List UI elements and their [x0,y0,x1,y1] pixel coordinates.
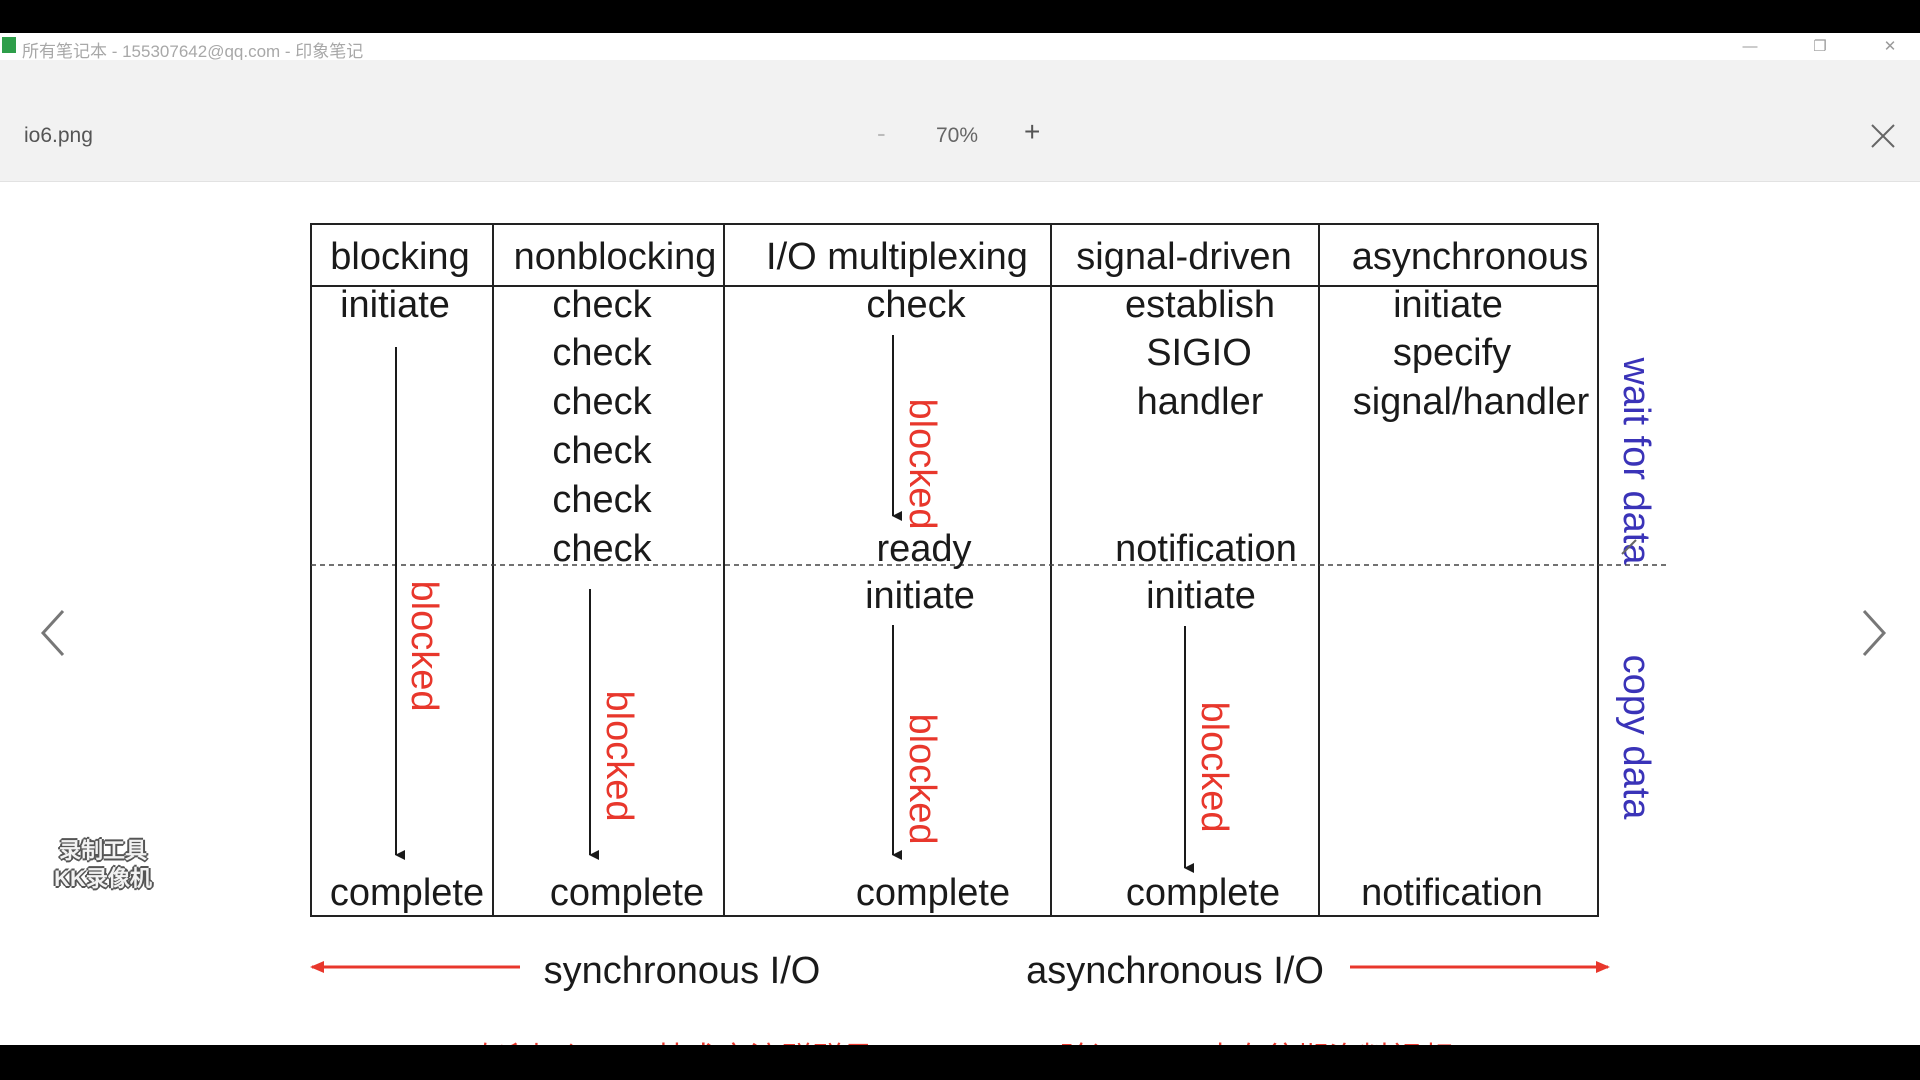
nonblocking-check: check [552,284,652,326]
signal-handler: handler [1137,381,1264,423]
signal-complete: complete [1126,872,1280,914]
async-specify: specify [1393,332,1511,374]
async-notification: notification [1361,872,1543,914]
nonblocking-complete: complete [550,872,704,914]
blocking-complete: complete [330,872,484,914]
asynchronous-io-label: asynchronous I/O [1026,950,1324,992]
header-io-multiplexing: I/O multiplexing [766,236,1028,278]
watermark-line: KK录像机 [54,866,152,891]
blocked-label: blocked [1193,702,1235,833]
nonblocking-check: check [552,332,652,374]
blocked-label: blocked [901,714,943,845]
wait-for-data-label: wait for data [1615,357,1657,566]
nonblocking-check: check [552,528,652,570]
multiplexing-complete: complete [856,872,1010,914]
blocking-initiate: initiate [340,284,450,326]
multiplexing-initiate: initiate [865,575,975,617]
signal-notification: notification [1115,528,1297,570]
image-viewer-window: 所有笔记本 - 155307642@qq.com - 印象笔记 — ❐ ✕ io… [0,33,1920,1045]
header-blocking: blocking [330,236,469,278]
multiplexing-ready: ready [876,528,971,570]
blocked-label: blocked [598,691,640,822]
copy-data-label: copy data [1615,655,1657,821]
recorder-watermark: 录制工具 KK录像机 [33,837,173,893]
synchronous-io-label: synchronous I/O [544,950,821,992]
signal-sigio: SIGIO [1146,332,1252,374]
table-frame [310,223,1599,917]
header-asynchronous: asynchronous [1352,236,1589,278]
blocked-label: blocked [901,399,943,530]
header-signal-driven: signal-driven [1076,236,1291,278]
async-signal-handler: signal/handler [1353,381,1590,423]
blocked-label: blocked [403,581,445,712]
header-nonblocking: nonblocking [514,236,717,278]
watermark-line: 录制工具 [58,838,147,863]
io-models-diagram: blocking nonblocking I/O multiplexing si… [310,223,1668,992]
multiplexing-check: check [866,284,966,326]
nonblocking-check: check [552,430,652,472]
nonblocking-check: check [552,479,652,521]
async-initiate: initiate [1393,284,1503,326]
signal-initiate: initiate [1146,575,1256,617]
promo-banner: 欢迎加入Java技术交流群群号：894370482验证：002内有往期资料视频 [0,1033,1920,1045]
nonblocking-check: check [552,381,652,423]
signal-establish: establish [1125,284,1275,326]
